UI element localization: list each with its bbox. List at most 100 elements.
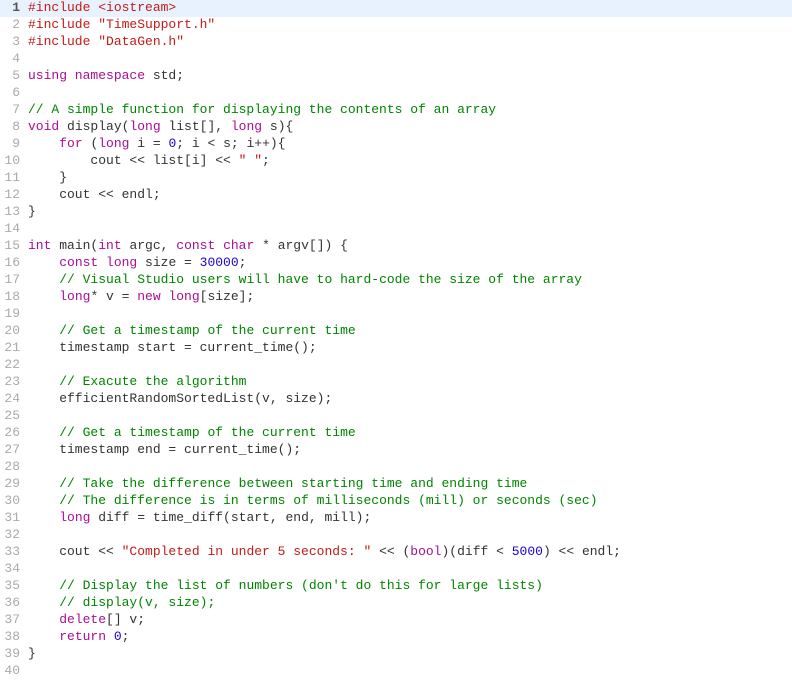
code-line: 36 // display(v, size); xyxy=(0,595,792,612)
code-line: 35 // Display the list of numbers (don't… xyxy=(0,578,792,595)
code-line: 21 timestamp start = current_time(); xyxy=(0,340,792,357)
token: s){ xyxy=(270,119,293,134)
code-line: 34 xyxy=(0,561,792,578)
token: int xyxy=(98,238,129,253)
code-line: 24 efficientRandomSortedList(v, size); xyxy=(0,391,792,408)
line-content: long* v = new long[size]; xyxy=(28,289,792,306)
line-number: 32 xyxy=(0,527,28,544)
token: // The difference is in terms of millise… xyxy=(59,493,597,508)
line-content: const long size = 30000; xyxy=(28,255,792,272)
line-content: // Display the list of numbers (don't do… xyxy=(28,578,792,595)
token: timestamp start = current_time(); xyxy=(28,340,317,355)
token: // Exacute the algorithm xyxy=(59,374,246,389)
line-content: #include <iostream> xyxy=(28,0,792,17)
code-line: 33 cout << "Completed in under 5 seconds… xyxy=(0,544,792,561)
token: delete xyxy=(59,612,106,627)
token: [size]; xyxy=(200,289,255,304)
line-number: 39 xyxy=(0,646,28,663)
line-content: for (long i = 0; i < s; i++){ xyxy=(28,136,792,153)
token: // Get a timestamp of the current time xyxy=(59,425,355,440)
token: list[], xyxy=(168,119,230,134)
token: return xyxy=(59,629,114,644)
token: new long xyxy=(137,289,199,304)
code-line: 14 xyxy=(0,221,792,238)
token: cout << xyxy=(28,544,122,559)
code-line: 9 for (long i = 0; i < s; i++){ xyxy=(0,136,792,153)
line-number: 7 xyxy=(0,102,28,119)
token: long xyxy=(129,119,168,134)
token: long xyxy=(59,510,98,525)
token: cout << list[i] << xyxy=(28,153,239,168)
line-content: delete[] v; xyxy=(28,612,792,629)
line-number: 11 xyxy=(0,170,28,187)
line-content: timestamp end = current_time(); xyxy=(28,442,792,459)
line-number: 4 xyxy=(0,51,28,68)
code-line: 12 cout << endl; xyxy=(0,187,792,204)
code-line: 32 xyxy=(0,527,792,544)
token: display( xyxy=(67,119,129,134)
line-content: cout << list[i] << " "; xyxy=(28,153,792,170)
code-editor: 1#include <iostream>2#include "TimeSuppo… xyxy=(0,0,792,680)
token: void xyxy=(28,119,67,134)
line-content: } xyxy=(28,204,792,221)
token: } xyxy=(28,170,67,185)
token: ; xyxy=(122,629,130,644)
code-line: 15int main(int argc, const char * argv[]… xyxy=(0,238,792,255)
token: 30000 xyxy=(200,255,239,270)
line-number: 3 xyxy=(0,34,28,51)
token: ; xyxy=(239,255,247,270)
code-line: 20 // Get a timestamp of the current tim… xyxy=(0,323,792,340)
token: std; xyxy=(153,68,184,83)
line-number: 40 xyxy=(0,663,28,680)
line-number: 27 xyxy=(0,442,28,459)
code-line: 28 xyxy=(0,459,792,476)
token: long xyxy=(98,136,137,151)
token xyxy=(28,510,59,525)
line-number: 33 xyxy=(0,544,28,561)
token: // display(v, size); xyxy=(59,595,215,610)
token xyxy=(28,136,59,151)
code-line: 1#include <iostream> xyxy=(0,0,792,17)
code-line: 5using namespace std; xyxy=(0,68,792,85)
token: diff = time_diff(start, end, mill); xyxy=(98,510,371,525)
token: efficientRandomSortedList(v, size); xyxy=(28,391,332,406)
line-number: 21 xyxy=(0,340,28,357)
code-line: 40 xyxy=(0,663,792,680)
line-content: efficientRandomSortedList(v, size); xyxy=(28,391,792,408)
line-content: #include "TimeSupport.h" xyxy=(28,17,792,34)
token xyxy=(28,255,59,270)
token: ; xyxy=(262,153,270,168)
code-line: 23 // Exacute the algorithm xyxy=(0,374,792,391)
token xyxy=(28,374,59,389)
line-number: 9 xyxy=(0,136,28,153)
code-line: 10 cout << list[i] << " "; xyxy=(0,153,792,170)
token: cout << endl; xyxy=(28,187,161,202)
code-line: 16 const long size = 30000; xyxy=(0,255,792,272)
line-content: } xyxy=(28,646,792,663)
code-line: 22 xyxy=(0,357,792,374)
code-line: 29 // Take the difference between starti… xyxy=(0,476,792,493)
code-line: 30 // The difference is in terms of mill… xyxy=(0,493,792,510)
line-number: 6 xyxy=(0,85,28,102)
token: // Visual Studio users will have to hard… xyxy=(59,272,582,287)
token: * v = xyxy=(90,289,137,304)
line-content: using namespace std; xyxy=(28,68,792,85)
token: [] v; xyxy=(106,612,145,627)
token: const long xyxy=(59,255,145,270)
token: const char xyxy=(176,238,262,253)
line-number: 24 xyxy=(0,391,28,408)
line-number: 38 xyxy=(0,629,28,646)
line-content: // Take the difference between starting … xyxy=(28,476,792,493)
token xyxy=(28,595,59,610)
token: 0 xyxy=(114,629,122,644)
code-line: 3#include "DataGen.h" xyxy=(0,34,792,51)
line-number: 5 xyxy=(0,68,28,85)
token: } xyxy=(28,204,36,219)
token: } xyxy=(28,646,36,661)
code-line: 18 long* v = new long[size]; xyxy=(0,289,792,306)
code-line: 26 // Get a timestamp of the current tim… xyxy=(0,425,792,442)
line-number: 35 xyxy=(0,578,28,595)
token xyxy=(28,476,59,491)
token: // A simple function for displaying the … xyxy=(28,102,496,117)
token xyxy=(28,323,59,338)
